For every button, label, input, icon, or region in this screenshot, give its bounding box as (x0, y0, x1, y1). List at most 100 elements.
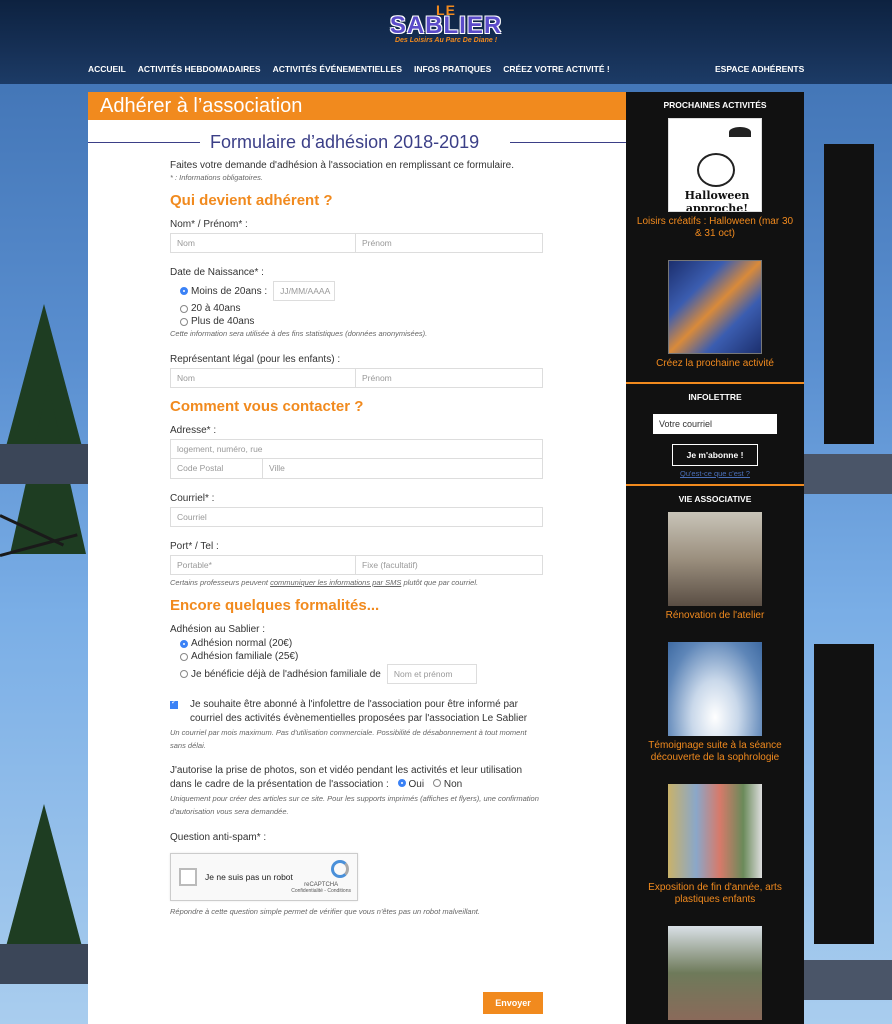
activity-caption[interactable]: Loisirs créatifs : Halloween (mar 30 & 3… (626, 216, 804, 240)
main-nav: ACCUEIL ACTIVITÉS HEBDOMADAIRES ACTIVITÉ… (88, 64, 610, 74)
birth-label: Date de Naissance* : (170, 267, 264, 278)
site-header: LE SABLIER Des Loisirs Au Parc De Diane … (0, 0, 892, 84)
photo-consent: J'autorise la prise de photos, son et vi… (170, 764, 543, 792)
assoc-caption[interactable]: Témoignage suite à la séance découverte … (626, 740, 804, 764)
form-title-row: Formulaire d’adhésion 2018-2019 (88, 124, 626, 160)
halloween-image-text: Halloween approche! (684, 189, 750, 212)
radio-icon[interactable] (180, 652, 188, 661)
legal-nom-input[interactable]: Nom (170, 368, 356, 388)
checkbox-checked-icon[interactable] (170, 698, 178, 709)
radio-selected-icon[interactable] (397, 779, 406, 787)
form-body: Faites votre demande d'adhésion à l'asso… (88, 160, 626, 916)
recaptcha-checkbox[interactable] (179, 868, 197, 886)
membership-option-normal[interactable]: Adhésion normal (20€) (180, 638, 626, 649)
newsletter-consent: Je souhaite être abonné à l'infolettre d… (170, 698, 543, 726)
membership-option-existing[interactable]: Je bénéficie déjà de l'adhésion familial… (180, 664, 626, 684)
subscribe-button[interactable]: Je m'abonne ! (672, 444, 758, 466)
phone-label: Port* / Tel : (170, 541, 219, 552)
recaptcha-links[interactable]: Confidentialité - Conditions (291, 888, 351, 894)
group-image[interactable] (668, 926, 762, 1020)
snow-decor (0, 944, 88, 984)
recaptcha-brand: reCAPTCHA Confidentialité - Conditions (291, 882, 351, 894)
bat-icon (729, 127, 751, 137)
antispam-note: Répondre à cette question simple permet … (170, 907, 480, 916)
membership-option-label: Adhésion normal (20€) (191, 638, 293, 649)
newsletter-note: Un courriel par mois maximum. Pas d'util… (170, 728, 527, 750)
tree-decor (4, 804, 84, 954)
nav-activites-evenementielles[interactable]: ACTIVITÉS ÉVÉNEMENTIELLES (273, 64, 402, 74)
birthdate-input[interactable]: JJ/MM/AAAA (273, 281, 336, 301)
age-option-label: 20 à 40ans (191, 303, 241, 314)
site-logo[interactable]: LE SABLIER Des Loisirs Au Parc De Diane … (380, 3, 512, 44)
renovation-image[interactable] (668, 512, 762, 606)
phone-row: Portable* Fixe (facultatif) (170, 555, 543, 575)
email-row: Courriel (170, 507, 543, 527)
antispam-label: Question anti-spam* : (170, 832, 267, 843)
photo-consent-text: J'autorise la prise de photos, son et vi… (170, 765, 523, 790)
nav-creez-activite[interactable]: CRÉEZ VOTRE ACTIVITÉ ! (503, 64, 609, 74)
assoc-caption[interactable]: Exposition de fin d'année, arts plastiqu… (626, 882, 804, 906)
assoc-item-sophrologie[interactable]: Témoignage suite à la séance découverte … (626, 642, 804, 784)
legal-prenom-input[interactable]: Prénom (356, 368, 543, 388)
snow-decor (0, 444, 88, 484)
assoc-item-renovation[interactable]: Rénovation de l'atelier (626, 512, 804, 642)
radio-icon[interactable] (180, 670, 188, 678)
activity-create[interactable]: Créez la prochaine activité (626, 260, 804, 382)
fixe-input[interactable]: Fixe (facultatif) (356, 555, 543, 575)
photo-no-label: Non (443, 779, 463, 790)
upcoming-title: PROCHAINES ACTIVITÉS (663, 100, 767, 110)
radio-selected-icon[interactable] (180, 287, 188, 295)
nav-accueil[interactable]: ACCUEIL (88, 64, 126, 74)
pumpkin-icon (697, 153, 735, 187)
assoc-item-exposition[interactable]: Exposition de fin d'année, arts plastiqu… (626, 784, 804, 926)
sky-image[interactable] (668, 642, 762, 736)
nav-infos-pratiques[interactable]: INFOS PRATIQUES (414, 64, 491, 74)
assoc-title: VIE ASSOCIATIVE (678, 494, 752, 504)
assoc-caption[interactable]: Rénovation de l'atelier (626, 610, 804, 622)
hourglass-image[interactable] (668, 260, 762, 354)
prenom-input[interactable]: Prénom (356, 233, 543, 253)
membership-option-family[interactable]: Adhésion familiale (25€) (180, 651, 626, 662)
postal-code-input[interactable]: Code Postal (170, 459, 263, 479)
assoc-item-next[interactable] (626, 926, 804, 1024)
photo-note: Uniquement pour créer des articles sur c… (170, 794, 539, 816)
email-input[interactable]: Courriel (170, 507, 543, 527)
radio-selected-icon[interactable] (180, 639, 188, 648)
family-member-input[interactable]: Nom et prénom (386, 664, 477, 684)
radio-icon[interactable] (432, 779, 441, 787)
membership-option-label: Adhésion familiale (25€) (191, 651, 299, 662)
sms-note-text: Certains professeurs peuvent (170, 578, 271, 587)
nom-input[interactable]: Nom (170, 233, 356, 253)
submit-button[interactable]: Envoyer (483, 992, 543, 1014)
sms-link[interactable]: communiquer les informations par SMS (270, 578, 401, 587)
radio-icon[interactable] (180, 304, 188, 313)
age-option-under20[interactable]: Moins de 20ans : JJ/MM/AAAA (180, 281, 626, 301)
newsletter-help-link[interactable]: Qu'est-ce que c'est ? (626, 469, 804, 478)
upcoming-activities: PROCHAINES ACTIVITÉS Halloween approche!… (626, 92, 804, 384)
newsletter-email-input[interactable]: Votre courriel (653, 414, 777, 434)
age-option-over40[interactable]: Plus de 40ans (180, 316, 626, 327)
halloween-image[interactable]: Halloween approche! (668, 118, 762, 212)
section-heading-adherent: Qui devient adhérent ? (170, 192, 333, 209)
nav-activites-hebdomadaires[interactable]: ACTIVITÉS HEBDOMADAIRES (138, 64, 261, 74)
name-label: Nom* / Prénom* : (170, 219, 248, 230)
nav-espace-adherents[interactable]: ESPACE ADHÉRENTS (715, 64, 804, 74)
activity-caption[interactable]: Créez la prochaine activité (626, 358, 804, 370)
street-input[interactable]: logement, numéro, rue (170, 439, 543, 459)
age-option-20-40[interactable]: 20 à 40ans (180, 303, 626, 314)
photo-yes-label: Oui (408, 779, 425, 790)
page-title: Adhérer à l’association (88, 92, 626, 120)
city-input[interactable]: Ville (263, 459, 543, 479)
membership-label: Adhésion au Sablier : (170, 624, 266, 635)
activity-halloween[interactable]: Halloween approche! Loisirs créatifs : H… (626, 118, 804, 260)
recaptcha-widget: Je ne suis pas un robot reCAPTCHA Confid… (170, 853, 358, 901)
email-label: Courriel* : (170, 493, 215, 504)
intro-text: Faites votre demande d'adhésion à l'asso… (170, 160, 514, 171)
newsletter-consent-text: Je souhaite être abonné à l'infolettre d… (190, 699, 528, 724)
radio-icon[interactable] (180, 317, 188, 326)
recaptcha-logo-icon (331, 860, 349, 878)
exposition-image[interactable] (668, 784, 762, 878)
logo-tagline: Des Loisirs Au Parc De Diane ! (394, 37, 498, 44)
mobile-input[interactable]: Portable* (170, 555, 356, 575)
legal-rep-label: Représentant légal (pour les enfants) : (170, 354, 341, 365)
